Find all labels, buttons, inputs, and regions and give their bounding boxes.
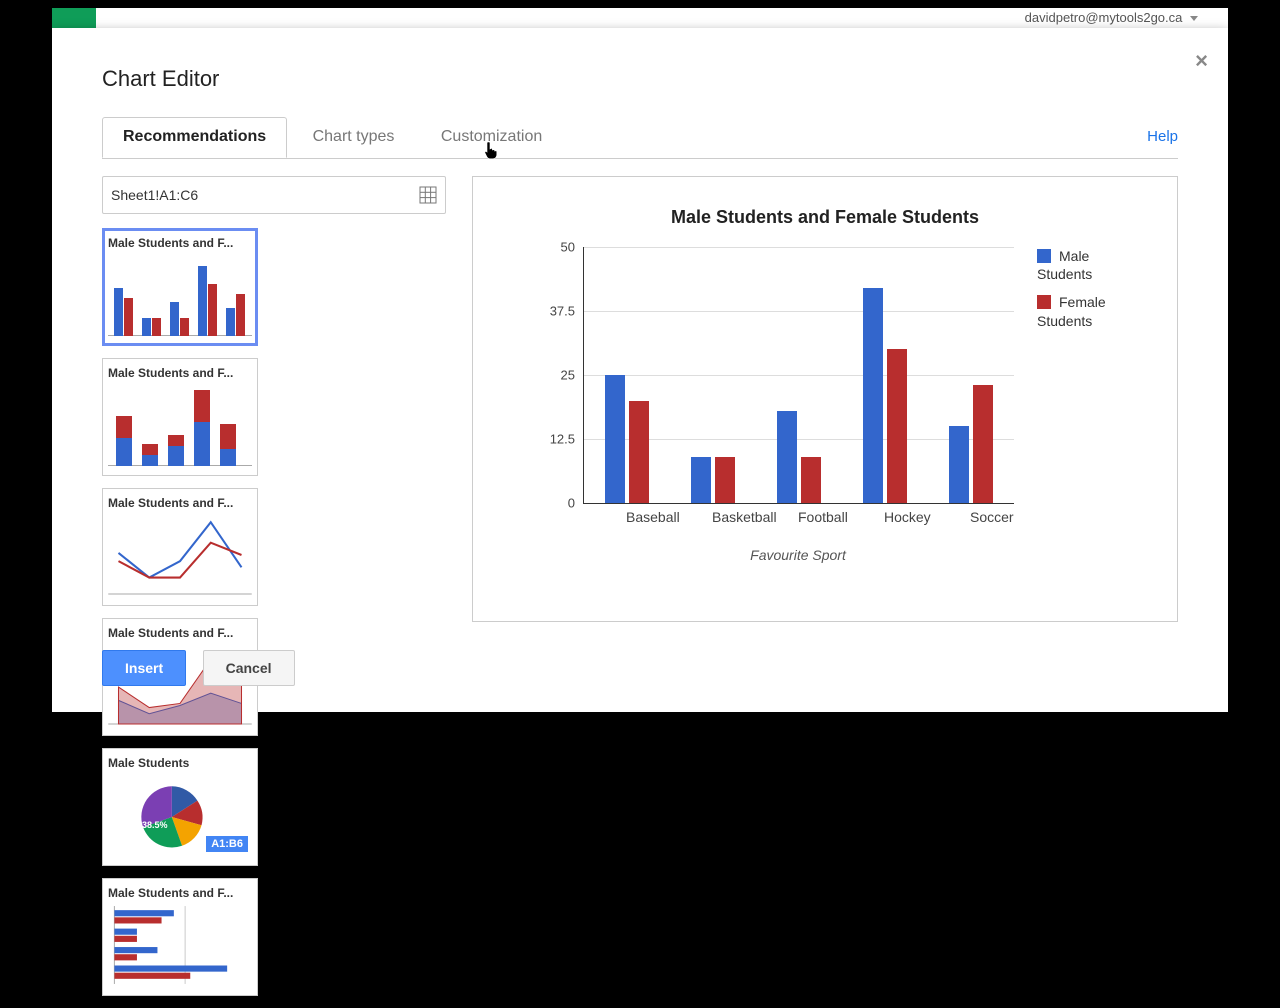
- y-tick: 0: [568, 496, 575, 511]
- select-range-icon[interactable]: [419, 186, 437, 204]
- chart-title: Male Students and Female Students: [473, 207, 1177, 228]
- help-link[interactable]: Help: [1147, 128, 1178, 145]
- tab-chart-types[interactable]: Chart types: [292, 117, 416, 158]
- legend-swatch: [1037, 249, 1051, 263]
- pie-percent: 38.5%: [142, 820, 168, 830]
- bar: [715, 457, 735, 503]
- legend-item: Female Students: [1037, 293, 1147, 329]
- dialog-title: Chart Editor: [102, 66, 219, 92]
- tab-recommendations[interactable]: Recommendations: [102, 117, 287, 158]
- legend: Male Students Female Students: [1037, 247, 1147, 340]
- thumb-horizontal-bar[interactable]: Male Students and F...: [102, 878, 258, 996]
- thumb-pie[interactable]: Male Students 38.5% A1:B6: [102, 748, 258, 866]
- legend-item: Male Students: [1037, 247, 1147, 283]
- y-tick: 50: [561, 240, 575, 255]
- chart-plot: 012.52537.550 Favourite Sport BaseballBa…: [533, 247, 1013, 537]
- sheets-logo: [52, 8, 96, 28]
- y-tick: 25: [561, 368, 575, 383]
- legend-swatch: [1037, 295, 1051, 309]
- bar: [691, 457, 711, 503]
- range-badge: A1:B6: [206, 836, 248, 852]
- tabs: Recommendations Chart types Customizatio…: [102, 116, 1178, 159]
- bar: [863, 288, 883, 503]
- app-header: davidpetro@mytools2go.ca: [52, 8, 1228, 29]
- bar: [605, 375, 625, 503]
- user-email: davidpetro@mytools2go.ca: [1025, 10, 1183, 25]
- cancel-button[interactable]: Cancel: [203, 650, 295, 686]
- tab-customization[interactable]: Customization: [420, 117, 563, 158]
- thumb-grouped-bar[interactable]: Male Students and F...: [102, 228, 258, 346]
- recommendation-thumbnails: Male Students and F... Male Students and…: [102, 228, 432, 1008]
- range-value: Sheet1!A1:C6: [111, 187, 198, 203]
- x-axis-label: Favourite Sport: [583, 547, 1013, 563]
- bar: [629, 401, 649, 503]
- cursor-pointer-icon: [484, 141, 500, 161]
- data-range-input[interactable]: Sheet1!A1:C6: [102, 176, 446, 214]
- chart-preview: Male Students and Female Students 0 12.5 2…: [472, 176, 1178, 622]
- y-tick: 37.5: [550, 304, 575, 319]
- chart-editor-dialog: × Chart Editor Recommendations Chart typ…: [52, 28, 1228, 712]
- bar: [777, 411, 797, 503]
- thumb-line[interactable]: Male Students and F...: [102, 488, 258, 606]
- insert-button[interactable]: Insert: [102, 650, 186, 686]
- bar: [949, 426, 969, 503]
- dialog-buttons: Insert Cancel: [102, 650, 307, 686]
- bar: [801, 457, 821, 503]
- y-tick: 12.5: [550, 432, 575, 447]
- chevron-down-icon: [1190, 16, 1198, 21]
- bar: [887, 349, 907, 503]
- bar: [973, 385, 993, 503]
- close-icon[interactable]: ×: [1195, 48, 1208, 74]
- account-menu[interactable]: davidpetro@mytools2go.ca: [1025, 10, 1198, 25]
- thumb-stacked-bar[interactable]: Male Students and F...: [102, 358, 258, 476]
